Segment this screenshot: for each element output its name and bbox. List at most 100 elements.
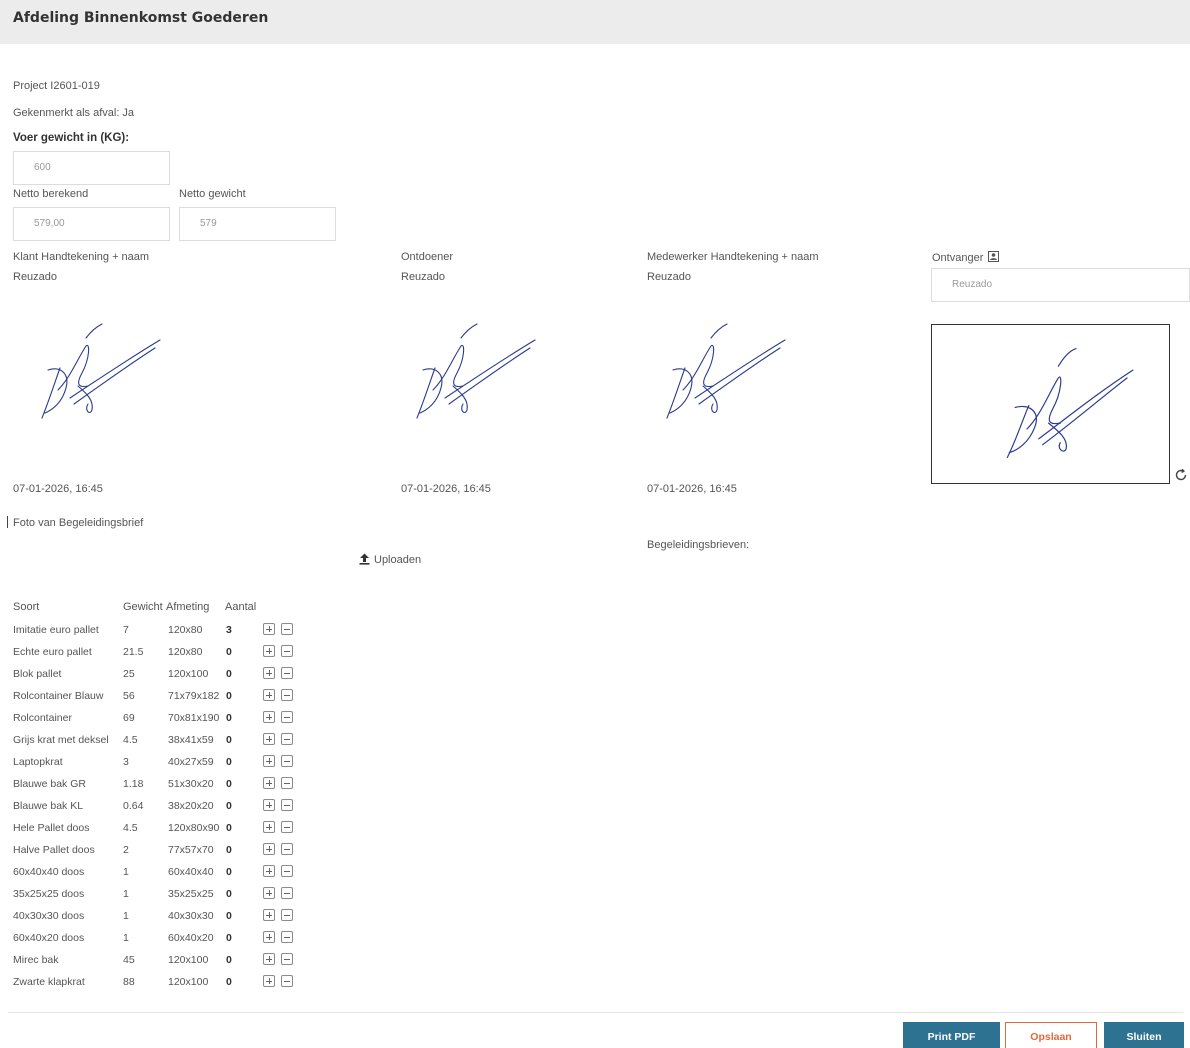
cell-gewicht: 7: [123, 624, 129, 636]
cell-afmeting: 120x80: [168, 646, 203, 658]
cell-gewicht: 25: [123, 668, 135, 680]
cell-aantal: 0: [226, 866, 232, 878]
minus-square-icon[interactable]: [281, 711, 293, 723]
weight-input[interactable]: 600: [13, 151, 170, 185]
cell-soort: 40x30x30 doos: [13, 910, 85, 922]
cell-soort: Zwarte klapkrat: [13, 976, 85, 988]
minus-square-icon[interactable]: [281, 645, 293, 657]
ontvanger-input[interactable]: Reuzado: [931, 268, 1190, 302]
plus-square-icon[interactable]: [263, 975, 275, 987]
id-card-icon[interactable]: [988, 251, 1000, 262]
waste-label: Gekenmerkt als afval: Ja: [13, 107, 135, 119]
cell-aantal: 0: [226, 932, 232, 944]
minus-square-icon[interactable]: [281, 799, 293, 811]
photo-letter-label: Foto van Begeleidingsbrief: [13, 517, 144, 529]
weight-label: Voer gewicht in (KG):: [13, 132, 130, 144]
plus-square-icon[interactable]: [263, 931, 275, 943]
upload-button[interactable]: Uploaden: [359, 553, 421, 566]
plus-square-icon[interactable]: [263, 711, 275, 723]
ontdoener-sign-date: 07-01-2026, 16:45: [401, 483, 491, 495]
cell-gewicht: 0.64: [123, 800, 144, 812]
cell-soort: Rolcontainer: [13, 712, 72, 724]
medewerker-signature-image: [655, 318, 795, 428]
minus-square-icon[interactable]: [281, 931, 293, 943]
cell-aantal: 0: [226, 734, 232, 746]
table-row: Rolcontainer 69 70x81x190 0: [0, 711, 320, 733]
minus-square-icon[interactable]: [281, 623, 293, 635]
cell-aantal: 0: [226, 778, 232, 790]
table-row: Blauwe bak KL 0.64 38x20x20 0: [0, 799, 320, 821]
cell-aantal: 0: [226, 888, 232, 900]
cell-gewicht: 4.5: [123, 822, 138, 834]
netto-calc-field: 579,00: [13, 207, 170, 241]
cell-afmeting: 38x41x59: [168, 734, 214, 746]
plus-square-icon[interactable]: [263, 777, 275, 789]
cell-soort: Hele Pallet doos: [13, 822, 90, 834]
minus-square-icon[interactable]: [281, 843, 293, 855]
plus-square-icon[interactable]: [263, 755, 275, 767]
cell-soort: Halve Pallet doos: [13, 844, 95, 856]
minus-square-icon[interactable]: [281, 887, 293, 899]
cell-gewicht: 2: [123, 844, 129, 856]
cell-gewicht: 1: [123, 888, 129, 900]
minus-square-icon[interactable]: [281, 909, 293, 921]
cell-soort: 60x40x20 doos: [13, 932, 85, 944]
plus-square-icon[interactable]: [263, 887, 275, 899]
cell-gewicht: 3: [123, 756, 129, 768]
plus-square-icon[interactable]: [263, 623, 275, 635]
plus-square-icon[interactable]: [263, 689, 275, 701]
plus-square-icon[interactable]: [263, 843, 275, 855]
minus-square-icon[interactable]: [281, 821, 293, 833]
plus-square-icon[interactable]: [263, 667, 275, 679]
minus-square-icon[interactable]: [281, 865, 293, 877]
minus-square-icon[interactable]: [281, 689, 293, 701]
cell-aantal: 0: [226, 844, 232, 856]
cell-afmeting: 71x79x182: [168, 690, 220, 702]
cell-aantal: 3: [226, 624, 232, 636]
plus-square-icon[interactable]: [263, 909, 275, 921]
cell-afmeting: 51x30x20: [168, 778, 214, 790]
medewerker-sign-date: 07-01-2026, 16:45: [647, 483, 737, 495]
plus-square-icon[interactable]: [263, 953, 275, 965]
refresh-icon[interactable]: [1174, 468, 1188, 482]
cell-gewicht: 1: [123, 866, 129, 878]
minus-square-icon[interactable]: [281, 667, 293, 679]
minus-square-icon[interactable]: [281, 953, 293, 965]
ontdoener-name: Reuzado: [401, 271, 446, 283]
netto-weight-field[interactable]: 579: [179, 207, 336, 241]
netto-calc-label: Netto berekend: [13, 188, 89, 200]
cell-aantal: 0: [226, 668, 232, 680]
minus-square-icon[interactable]: [281, 733, 293, 745]
plus-square-icon[interactable]: [263, 821, 275, 833]
plus-square-icon[interactable]: [263, 865, 275, 877]
table-row: Zwarte klapkrat 88 120x100 0: [0, 975, 320, 997]
accompanying-letters-label: Begeleidingsbrieven:: [647, 539, 750, 551]
cell-soort: 35x25x25 doos: [13, 888, 85, 900]
text-cursor: [7, 516, 8, 528]
minus-square-icon[interactable]: [281, 755, 293, 767]
page-title: Afdeling Binnenkomst Goederen: [13, 10, 269, 26]
cell-soort: Grijs krat met deksel: [13, 734, 109, 746]
ontvanger-signature-pad[interactable]: [931, 324, 1170, 484]
cell-afmeting: 38x20x20: [168, 800, 214, 812]
plus-square-icon[interactable]: [263, 645, 275, 657]
close-button[interactable]: Sluiten: [1104, 1022, 1184, 1048]
medewerker-sign-label: Medewerker Handtekening + naam: [647, 251, 819, 263]
table-row: 35x25x25 doos 1 35x25x25 0: [0, 887, 320, 909]
col-header-gewicht: Gewicht: [123, 601, 163, 613]
minus-square-icon[interactable]: [281, 975, 293, 987]
plus-square-icon[interactable]: [263, 733, 275, 745]
cell-aantal: 0: [226, 910, 232, 922]
print-pdf-button[interactable]: Print PDF: [903, 1022, 1000, 1048]
cell-afmeting: 35x25x25: [168, 888, 214, 900]
cell-gewicht: 56: [123, 690, 135, 702]
klant-sign-label: Klant Handtekening + naam: [13, 251, 150, 263]
upload-button-label: Uploaden: [374, 554, 422, 566]
plus-square-icon[interactable]: [263, 799, 275, 811]
table-row: Rolcontainer Blauw 56 71x79x182 0: [0, 689, 320, 711]
minus-square-icon[interactable]: [281, 777, 293, 789]
medewerker-name: Reuzado: [647, 271, 692, 283]
cell-afmeting: 120x100: [168, 668, 209, 680]
save-button[interactable]: Opslaan: [1005, 1022, 1097, 1048]
cell-gewicht: 1.18: [123, 778, 144, 790]
